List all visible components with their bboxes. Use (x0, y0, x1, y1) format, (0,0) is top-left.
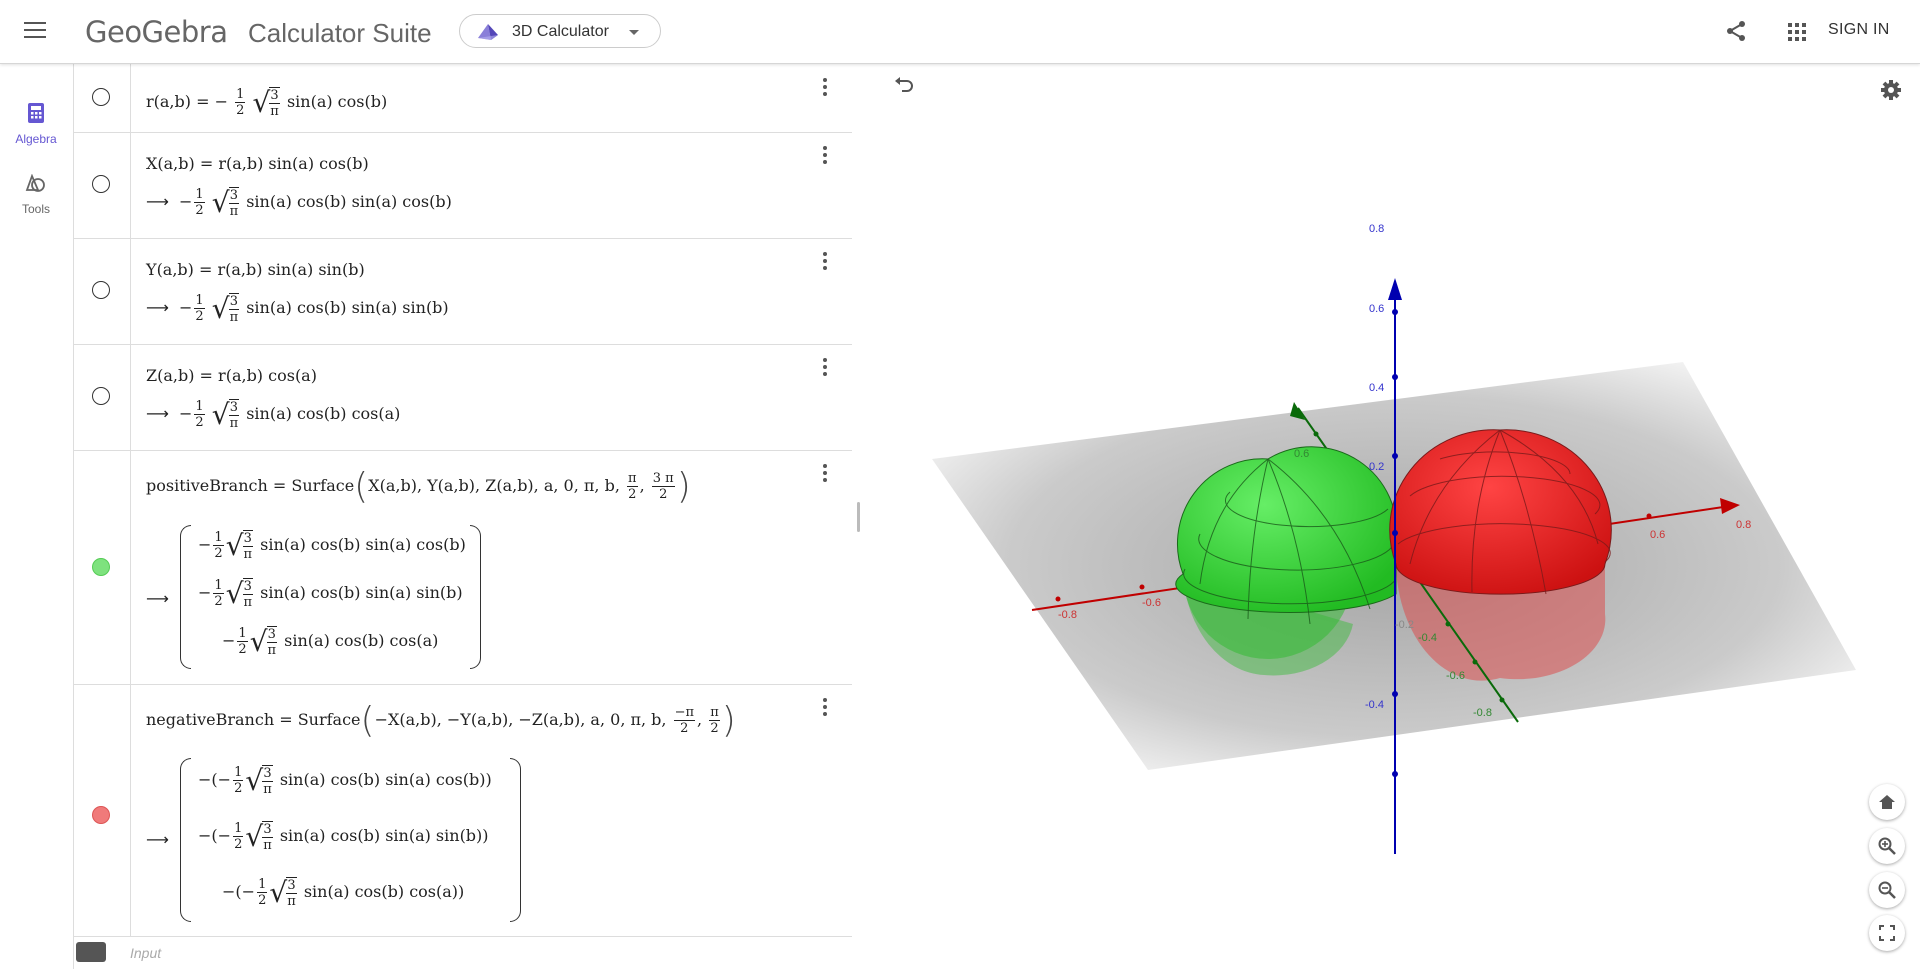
y-tick-label: -0.4 (1418, 632, 1437, 644)
more-options-icon[interactable] (823, 78, 827, 99)
more-options-icon[interactable] (823, 464, 827, 485)
z-tick-label: 0.8 (1369, 223, 1384, 235)
matrix-entry: sin(a) cos(b) sin(a) sin(b) (260, 583, 463, 602)
z-tick-label-neg: -0.2 (1395, 619, 1414, 631)
output-y: ⟶ −1 2 √ 3 π sin(a) cos(b) sin(a) sin(b) (146, 292, 449, 325)
chevron-down-icon (629, 30, 639, 35)
output-text: sin(a) cos(b) sin(a) sin(b) (246, 298, 449, 317)
algebra-row-z[interactable]: Z(a,b) = r(a,b) cos(a) ⟶ −1 2 √ 3 π sin(a) c… (74, 344, 852, 451)
output-positive-branch: ⟶ −1 2 √ 3 π sin(a) cos(b) sin(a) cos(b) −1 2… (146, 525, 506, 675)
nav-tools[interactable]: Tools (0, 173, 72, 216)
zoom-in-icon (1878, 837, 1896, 855)
app-picker-dropdown[interactable]: 3D Calculator (459, 14, 661, 48)
marble-cell (74, 238, 131, 344)
expression-z[interactable]: Z(a,b) = r(a,b) cos(a) (146, 366, 317, 385)
zoom-out-button[interactable] (1869, 872, 1905, 908)
more-options-icon[interactable] (823, 358, 827, 379)
algebra-row-r[interactable]: r(a,b) = − 12 √ 3 π sin(a) cos(b) (74, 64, 852, 133)
expression-text: r(a,b) = − (146, 92, 228, 111)
z-axis-arrow-icon (1388, 278, 1402, 300)
keyboard-icon[interactable] (76, 942, 106, 962)
top-bar: GeoGebra Calculator Suite 3D Calculator … (0, 0, 1920, 64)
x-tick-label: -0.6 (1142, 597, 1161, 609)
surface-args: X(a,b), Y(a,b), Z(a,b), a, 0, π, b, (368, 476, 620, 495)
marble-cell (74, 132, 131, 238)
calculator-icon (28, 103, 44, 123)
expression-text: positiveBranch = Surface (146, 476, 355, 495)
surface-args: −X(a,b), −Y(a,b), −Z(a,b), a, 0, π, b, (374, 710, 667, 729)
zoom-in-button[interactable] (1869, 828, 1905, 864)
fullscreen-icon (1879, 925, 1895, 941)
more-options-icon[interactable] (823, 252, 827, 273)
expression-y[interactable]: Y(a,b) = r(a,b) sin(a) sin(b) (146, 260, 365, 279)
x-tick-label: 0.6 (1650, 529, 1665, 541)
marble-cell (74, 64, 131, 132)
tools-shapes-icon (25, 173, 45, 192)
output-x: ⟶ −1 2 √ 3 π sin(a) cos(b) sin(a) cos(b) (146, 186, 452, 219)
app-picker-label: 3D Calculator (512, 23, 609, 40)
algebra-view: r(a,b) = − 12 √ 3 π sin(a) cos(b) X(a,b) =… (73, 64, 871, 969)
scrollbar-thumb[interactable] (857, 502, 860, 532)
expression-negative-branch[interactable]: negativeBranch = Surface(−X(a,b), −Y(a,b… (146, 700, 736, 741)
y-tick-label: 0.6 (1294, 448, 1309, 460)
algebra-row-x[interactable]: X(a,b) = r(a,b) sin(a) cos(b) ⟶ −1 2 √ 3 π s… (74, 132, 852, 239)
sign-in-button[interactable]: SIGN IN (1828, 21, 1890, 39)
3d-prism-icon (478, 24, 498, 40)
apps-grid-icon[interactable] (1788, 23, 1806, 41)
zoom-out-icon (1878, 881, 1896, 899)
share-icon[interactable] (1725, 20, 1747, 42)
algebra-row-negative-branch[interactable]: negativeBranch = Surface(−X(a,b), −Y(a,b… (74, 684, 852, 937)
visibility-toggle[interactable] (92, 558, 110, 576)
output-text: sin(a) cos(b) cos(a) (246, 404, 401, 423)
visibility-toggle[interactable] (92, 88, 110, 106)
z-tick-label: 0.2 (1369, 461, 1384, 473)
menu-icon[interactable] (24, 22, 46, 40)
side-navigation: Algebra Tools (0, 64, 72, 969)
graphics-3d-view[interactable]: 0.8 0.6 0.4 0.2 -0.4 -0.2 -0.8 -0.6 0.6 … (870, 64, 1920, 969)
more-options-icon[interactable] (823, 698, 827, 719)
nav-tools-label: Tools (21, 202, 50, 216)
matrix-entry: sin(a) cos(b) cos(a) (303, 882, 459, 901)
z-tick-label: 0.4 (1369, 382, 1384, 394)
suite-title: Calculator Suite (248, 18, 432, 48)
matrix-entry: sin(a) cos(b) sin(a) cos(b) (279, 770, 486, 789)
z-tick-label: 0.6 (1369, 303, 1384, 315)
y-tick-label: -0.8 (1473, 707, 1492, 719)
nav-algebra-label: Algebra (15, 132, 57, 146)
algebra-row-positive-branch[interactable]: positiveBranch = Surface(X(a,b), Y(a,b),… (74, 450, 852, 685)
marble-cell (74, 344, 131, 450)
algebra-row-y[interactable]: Y(a,b) = r(a,b) sin(a) sin(b) ⟶ −1 2 √ 3 π s… (74, 238, 852, 345)
matrix-entry: sin(a) cos(b) cos(a) (284, 631, 439, 650)
home-icon (1879, 795, 1895, 809)
output-negative-branch: ⟶ −(− 1 2 √ 3 π sin(a) cos(b) sin(a) cos(b)) … (146, 758, 546, 928)
x-tick-label: 0.8 (1736, 519, 1751, 531)
marble-cell (74, 450, 131, 684)
home-button[interactable] (1869, 784, 1905, 820)
expression-text-rest: sin(a) cos(b) (286, 92, 388, 111)
visibility-toggle[interactable] (92, 281, 110, 299)
expression-positive-branch[interactable]: positiveBranch = Surface(X(a,b), Y(a,b),… (146, 466, 691, 507)
expression-r[interactable]: r(a,b) = − 12 √ 3 π sin(a) cos(b) (146, 86, 387, 119)
nav-algebra[interactable]: Algebra (0, 102, 72, 146)
visibility-toggle[interactable] (92, 175, 110, 193)
3d-scene[interactable]: 0.8 0.6 0.4 0.2 -0.4 -0.2 -0.8 -0.6 0.6 … (870, 64, 1920, 969)
output-z: ⟶ −1 2 √ 3 π sin(a) cos(b) cos(a) (146, 398, 401, 431)
matrix-entry: sin(a) cos(b) sin(a) cos(b) (260, 535, 466, 554)
fullscreen-button[interactable] (1869, 915, 1905, 951)
expression-text: negativeBranch = Surface (146, 710, 361, 729)
y-tick-label: -0.6 (1446, 670, 1465, 682)
marble-cell (74, 684, 131, 936)
expression-x[interactable]: X(a,b) = r(a,b) sin(a) cos(b) (146, 154, 369, 173)
z-tick-label: -0.4 (1365, 699, 1384, 711)
matrix-entry: sin(a) cos(b) sin(a) sin(b) (279, 826, 483, 845)
more-options-icon[interactable] (823, 146, 827, 167)
input-bar[interactable]: Input (130, 945, 161, 961)
visibility-toggle[interactable] (92, 806, 110, 824)
visibility-toggle[interactable] (92, 387, 110, 405)
output-text: sin(a) cos(b) sin(a) cos(b) (246, 192, 452, 211)
geogebra-logo[interactable]: GeoGebra (85, 15, 228, 49)
x-tick-label: -0.8 (1058, 609, 1077, 621)
